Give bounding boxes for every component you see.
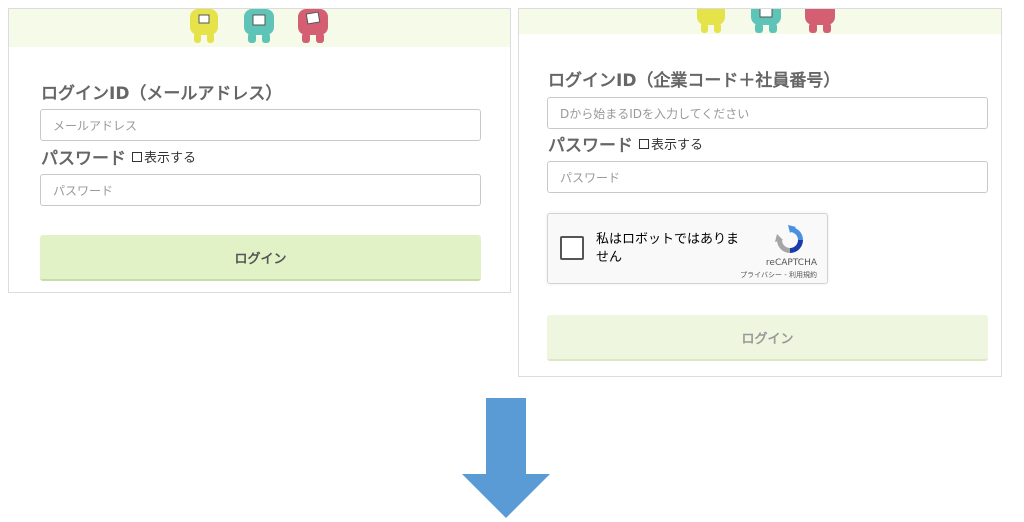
login-panel-company: ログインID（企業コード＋社員番号） Dから始まるIDを入力してください パスワ… (518, 8, 1002, 377)
login-button-label: ログイン (234, 251, 287, 267)
login-id-label-text: ログインID（メールアドレス） (41, 84, 283, 104)
mascot-characters-image (693, 9, 843, 34)
recaptcha-label: 私はロボットではありません (596, 232, 740, 265)
show-password-toggle[interactable]: 表示する (639, 134, 703, 153)
mascot-characters-image (186, 9, 336, 45)
recaptcha-checkbox[interactable] (560, 236, 584, 260)
recaptcha-logo-icon (774, 224, 806, 260)
login-id-label-text: ログインID（企業コード＋社員番号） (548, 71, 841, 91)
email-placeholder: メールアドレス (53, 118, 138, 133)
password-label: パスワード 表示する (548, 131, 703, 156)
login-id-placeholder: Dから始まるIDを入力してください (560, 106, 750, 121)
email-input[interactable]: メールアドレス (40, 109, 481, 141)
login-id-label: ログインID（メールアドレス） (41, 79, 282, 104)
login-id-label: ログインID（企業コード＋社員番号） (548, 66, 840, 91)
show-password-checkbox[interactable] (132, 151, 142, 162)
password-label: パスワード 表示する (41, 144, 196, 169)
password-input[interactable]: パスワード (547, 161, 988, 193)
login-button[interactable]: ログイン (547, 315, 988, 361)
password-label-text: パスワード (548, 136, 633, 156)
mascot-banner (519, 9, 1001, 34)
show-password-toggle[interactable]: 表示する (132, 147, 196, 166)
show-password-label: 表示する (651, 138, 704, 153)
show-password-label: 表示する (144, 151, 197, 166)
down-arrow-icon (462, 398, 550, 522)
login-id-input[interactable]: Dから始まるIDを入力してください (547, 97, 988, 129)
login-button[interactable]: ログイン (40, 235, 481, 281)
recaptcha-widget: 私はロボットではありません reCAPTCHA プライバシー - 利用規約 (547, 213, 828, 284)
mascot-banner (9, 9, 510, 47)
password-input[interactable]: パスワード (40, 174, 481, 206)
recaptcha-brand: reCAPTCHA (765, 258, 817, 268)
password-label-text: パスワード (41, 149, 126, 169)
password-placeholder: パスワード (560, 170, 621, 185)
show-password-checkbox[interactable] (639, 138, 649, 149)
password-placeholder: パスワード (53, 183, 114, 198)
login-button-label: ログイン (741, 331, 794, 347)
login-panel-email: ログインID（メールアドレス） メールアドレス パスワード 表示する パスワード… (8, 8, 511, 293)
recaptcha-links[interactable]: プライバシー - 利用規約 (740, 270, 817, 280)
